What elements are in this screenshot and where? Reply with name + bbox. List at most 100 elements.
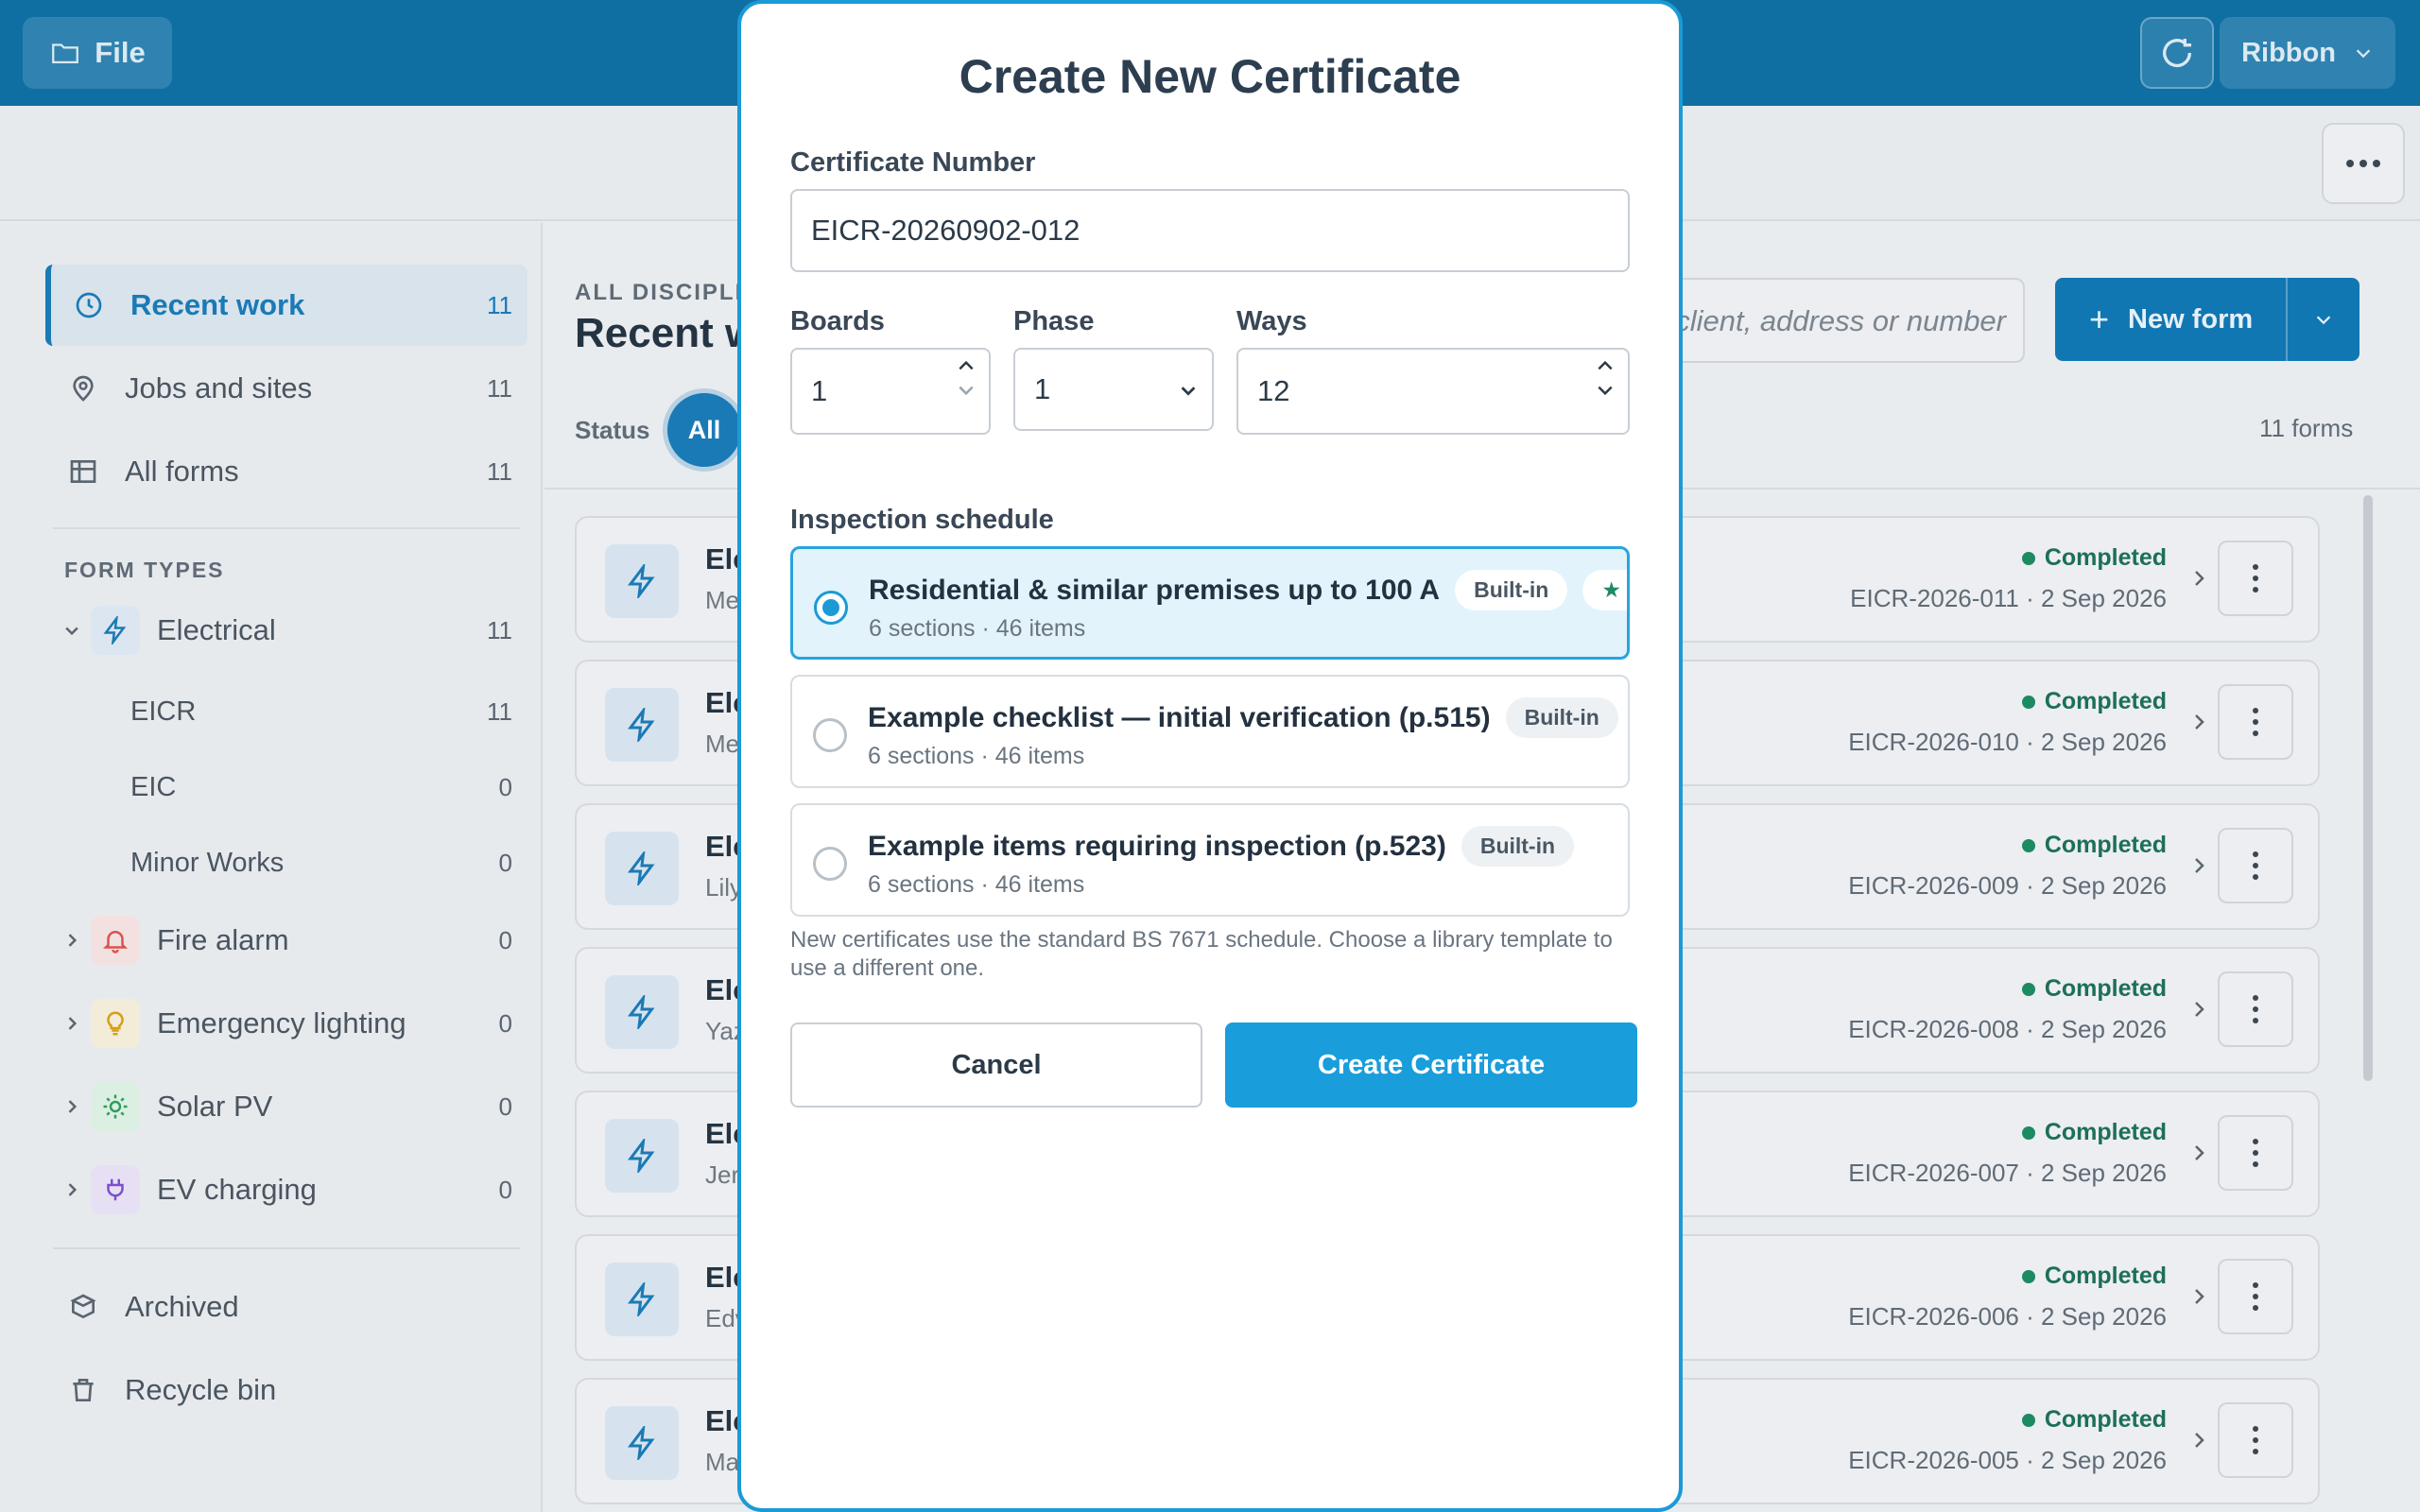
new-form-button[interactable]: + New form <box>2055 278 2360 361</box>
folder-icon <box>52 43 79 64</box>
form-meta: EICR-2026-008 · 2 Sep 2026 <box>1848 1015 2167 1043</box>
sidebar-item-solar-pv[interactable]: Solar PV 0 <box>45 1066 527 1147</box>
search-input[interactable]: client, address or number <box>1664 278 2025 363</box>
refresh-icon <box>2163 39 2192 68</box>
sidebar-item-label: All forms <box>125 455 239 488</box>
form-client: Me <box>705 586 740 614</box>
chevron-right-icon[interactable] <box>62 1180 81 1199</box>
option-title: Example checklist — initial verification… <box>868 701 1491 733</box>
sidebar-item-label: Fire alarm <box>157 923 289 956</box>
sidebar-item-minor-works[interactable]: Minor Works 0 <box>45 822 527 903</box>
chevron-right-icon[interactable] <box>62 1014 81 1033</box>
ribbon-label: Ribbon <box>2241 37 2336 68</box>
row-menu-button[interactable] <box>2218 1259 2293 1334</box>
schedule-option-initial-verification[interactable]: Example checklist — initial verification… <box>790 675 1630 788</box>
row-menu-button[interactable] <box>2218 828 2293 903</box>
status-text: Completed <box>2044 832 2167 858</box>
stepper-controls[interactable] <box>957 359 976 397</box>
radio-button[interactable] <box>813 847 847 881</box>
certificate-number-input[interactable]: EICR-20260902-012 <box>790 189 1630 272</box>
sidebar-item-ev-charging[interactable]: EV charging 0 <box>45 1149 527 1230</box>
boards-label: Boards <box>790 306 885 336</box>
more-options-button[interactable] <box>2322 123 2405 204</box>
form-date: 2 Sep 2026 <box>2040 871 2167 900</box>
chevron-right-icon[interactable] <box>2187 567 2210 594</box>
chevron-right-icon[interactable] <box>2187 854 2210 882</box>
forms-count: 11 forms <box>2259 414 2354 442</box>
chevron-right-icon[interactable] <box>62 1097 81 1116</box>
status-badge: Completed <box>2021 1263 2167 1290</box>
sidebar-item-jobs-and-sites[interactable]: Jobs and sites 11 <box>45 348 527 429</box>
chevron-down-icon[interactable] <box>1596 384 1615 397</box>
sidebar-item-label: Electrical <box>157 613 276 646</box>
sidebar-item-label: Emergency lighting <box>157 1006 406 1040</box>
lightning-icon <box>605 1263 679 1336</box>
ways-stepper[interactable]: 12 <box>1236 348 1630 435</box>
sidebar-item-label: Jobs and sites <box>125 371 313 404</box>
chevron-right-icon[interactable] <box>2187 1429 2210 1456</box>
status-filter-label: Status <box>575 416 650 444</box>
row-menu-button[interactable] <box>2218 541 2293 616</box>
create-certificate-button[interactable]: Create Certificate <box>1225 1022 1637 1108</box>
inspection-schedule-label: Inspection schedule <box>790 505 1054 535</box>
sidebar-item-count: 0 <box>498 1175 512 1204</box>
sidebar-item-fire-alarm[interactable]: Fire alarm 0 <box>45 900 527 981</box>
sidebar-item-all-forms[interactable]: All forms 11 <box>45 431 527 512</box>
built-in-badge: Built-in <box>1455 570 1568 610</box>
chevron-up-icon[interactable] <box>1596 359 1615 372</box>
schedule-option-residential[interactable]: Residential & similar premises up to 100… <box>790 546 1630 660</box>
boards-stepper[interactable]: 1 <box>790 348 991 435</box>
chevron-right-icon[interactable] <box>2187 711 2210 738</box>
form-meta: EICR-2026-009 · 2 Sep 2026 <box>1848 871 2167 900</box>
chevron-down-icon[interactable] <box>62 621 81 640</box>
sidebar-item-recycle-bin[interactable]: Recycle bin <box>45 1349 527 1431</box>
sidebar-item-archived[interactable]: Archived <box>45 1266 527 1348</box>
status-chip-all[interactable]: All <box>667 393 741 467</box>
chevron-right-icon[interactable] <box>2187 1285 2210 1313</box>
row-menu-button[interactable] <box>2218 971 2293 1047</box>
schedule-option-items-requiring-inspection[interactable]: Example items requiring inspection (p.52… <box>790 803 1630 917</box>
radio-button[interactable] <box>813 718 847 752</box>
form-meta: EICR-2026-007 · 2 Sep 2026 <box>1848 1159 2167 1187</box>
sidebar-item-electrical[interactable]: Electrical 11 <box>45 590 527 671</box>
chevron-right-icon[interactable] <box>2187 998 2210 1025</box>
chevron-down-icon[interactable] <box>957 384 976 397</box>
sidebar-item-count: 0 <box>498 1008 512 1038</box>
page-title: Recent w <box>575 310 758 356</box>
file-button[interactable]: File <box>23 17 172 89</box>
phase-select[interactable]: 1 <box>1013 348 1214 431</box>
ribbon-button[interactable]: Ribbon <box>2220 17 2395 89</box>
new-form-dropdown-button[interactable] <box>2286 278 2360 361</box>
chevron-right-icon[interactable] <box>62 931 81 950</box>
sidebar-item-label: EIC <box>130 771 177 802</box>
row-menu-button[interactable] <box>2218 1115 2293 1191</box>
lightning-icon <box>605 1406 679 1480</box>
row-menu-button[interactable] <box>2218 684 2293 760</box>
sidebar-item-eic[interactable]: EIC 0 <box>45 747 527 828</box>
form-date: 2 Sep 2026 <box>2040 584 2167 612</box>
status-badge: Completed <box>2021 1406 2167 1434</box>
plug-icon <box>91 1165 140 1214</box>
discipline-label: ALL DISCIPLIN <box>575 280 762 305</box>
status-text: Completed <box>2044 1263 2167 1289</box>
sidebar-item-count: 11 <box>487 615 512 644</box>
sidebar-item-count: 0 <box>498 848 512 877</box>
chevron-up-icon[interactable] <box>957 359 976 372</box>
cancel-button[interactable]: Cancel <box>790 1022 1202 1108</box>
radio-button[interactable] <box>814 591 848 625</box>
sidebar-item-eicr[interactable]: EICR 11 <box>45 671 527 752</box>
form-date: 2 Sep 2026 <box>2040 728 2167 756</box>
stepper-controls[interactable] <box>1596 359 1615 397</box>
row-menu-button[interactable] <box>2218 1402 2293 1478</box>
sidebar-item-emergency-lighting[interactable]: Emergency lighting 0 <box>45 983 527 1064</box>
sidebar-divider <box>53 527 520 529</box>
sidebar-item-label: Recycle bin <box>125 1373 277 1406</box>
refresh-button[interactable] <box>2140 17 2214 89</box>
chevron-right-icon[interactable] <box>2187 1142 2210 1169</box>
form-number: EICR-2026-010 <box>1848 728 2019 756</box>
form-client: Jer <box>705 1160 740 1189</box>
sidebar-item-recent-work[interactable]: Recent work 11 <box>45 265 527 346</box>
sun-icon <box>91 1082 140 1131</box>
scrollbar[interactable] <box>2363 495 2373 1081</box>
sidebar-item-count: 11 <box>487 373 512 403</box>
